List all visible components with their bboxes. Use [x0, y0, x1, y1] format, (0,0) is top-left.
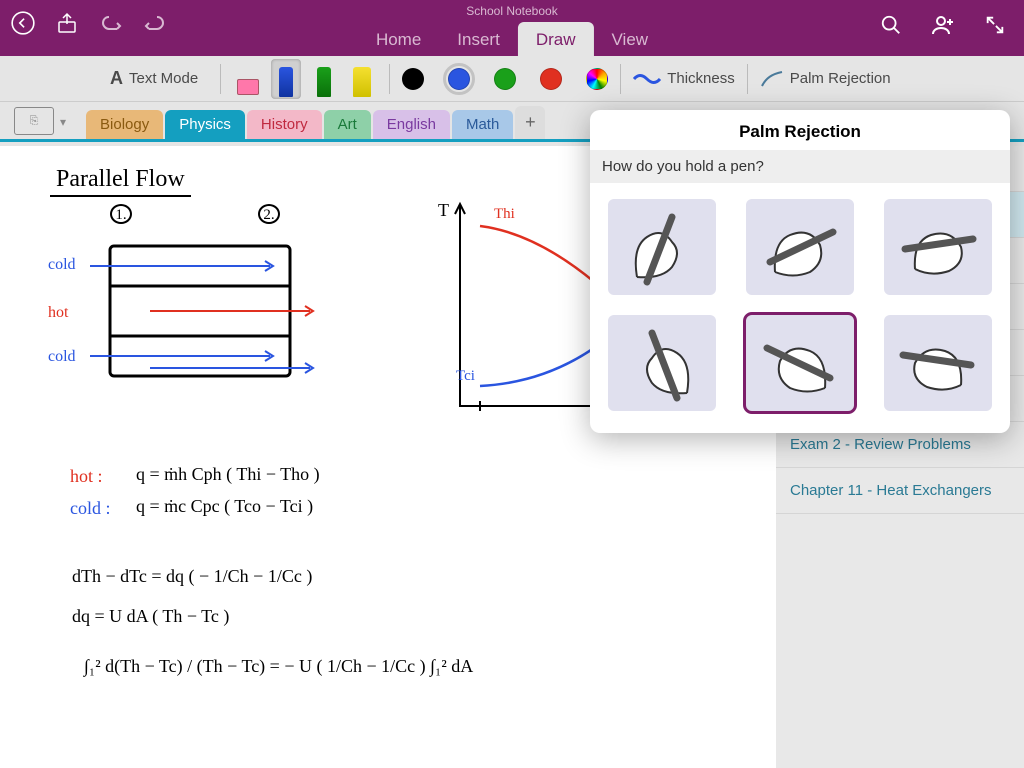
fullscreen-icon[interactable] — [982, 12, 1008, 38]
section-tab-biology[interactable]: Biology — [86, 110, 163, 139]
palm-rejection-button[interactable]: Palm Rejection — [760, 70, 891, 88]
grip-option-1[interactable] — [608, 199, 716, 295]
popover-title: Palm Rejection — [590, 110, 1010, 150]
tab-view[interactable]: View — [594, 22, 667, 60]
section-tab-math[interactable]: Math — [452, 110, 513, 139]
note-title: Parallel Flow — [50, 166, 191, 197]
grip-option-3[interactable] — [884, 199, 992, 295]
undo-button[interactable] — [98, 10, 124, 36]
section-tab-art[interactable]: Art — [324, 110, 371, 139]
notebook-title: School Notebook — [466, 4, 557, 18]
color-red[interactable] — [540, 68, 562, 90]
share-button[interactable] — [54, 10, 80, 36]
pen-green[interactable] — [309, 59, 339, 99]
palm-rejection-popover: Palm Rejection How do you hold a pen? — [590, 110, 1010, 433]
back-button[interactable] — [10, 10, 36, 36]
grip-option-5[interactable] — [746, 315, 854, 411]
add-user-icon[interactable] — [930, 12, 956, 38]
popover-prompt: How do you hold a pen? — [590, 150, 1010, 183]
search-icon[interactable] — [878, 12, 904, 38]
grip-option-6[interactable] — [884, 315, 992, 411]
notebook-chevron-icon[interactable]: ▾ — [60, 115, 66, 129]
page-item[interactable]: Chapter 11 - Heat Exchangers — [776, 468, 1024, 514]
menu-tabs: Home Insert Draw View — [358, 22, 666, 60]
section-tab-history[interactable]: History — [247, 110, 322, 139]
thickness-button[interactable]: Thickness — [633, 70, 735, 87]
pen-yellow[interactable] — [347, 59, 377, 99]
pen-blue[interactable] — [271, 59, 301, 99]
eraser-tool[interactable] — [233, 59, 263, 99]
color-green[interactable] — [494, 68, 516, 90]
color-blue[interactable] — [448, 68, 470, 90]
notebook-picker-icon[interactable]: ⎘ — [14, 107, 54, 135]
tab-draw[interactable]: Draw — [518, 22, 594, 60]
section-tab-english[interactable]: English — [373, 110, 450, 139]
color-black[interactable] — [402, 68, 424, 90]
tab-home[interactable]: Home — [358, 22, 439, 60]
grip-option-4[interactable] — [608, 315, 716, 411]
grip-options — [590, 183, 1010, 433]
app-header: School Notebook Home Insert Draw View — [0, 0, 1024, 56]
text-mode-button[interactable]: A Text Mode — [110, 68, 198, 89]
section-tab-physics[interactable]: Physics — [165, 110, 245, 139]
tab-insert[interactable]: Insert — [439, 22, 518, 60]
grip-option-2[interactable] — [746, 199, 854, 295]
add-section-button[interactable]: + — [515, 106, 545, 139]
text-mode-label: Text Mode — [129, 70, 198, 87]
draw-toolbar: A Text Mode Thickness Palm Rejection — [0, 56, 1024, 102]
redo-button[interactable] — [142, 10, 168, 36]
color-picker[interactable] — [586, 68, 608, 90]
